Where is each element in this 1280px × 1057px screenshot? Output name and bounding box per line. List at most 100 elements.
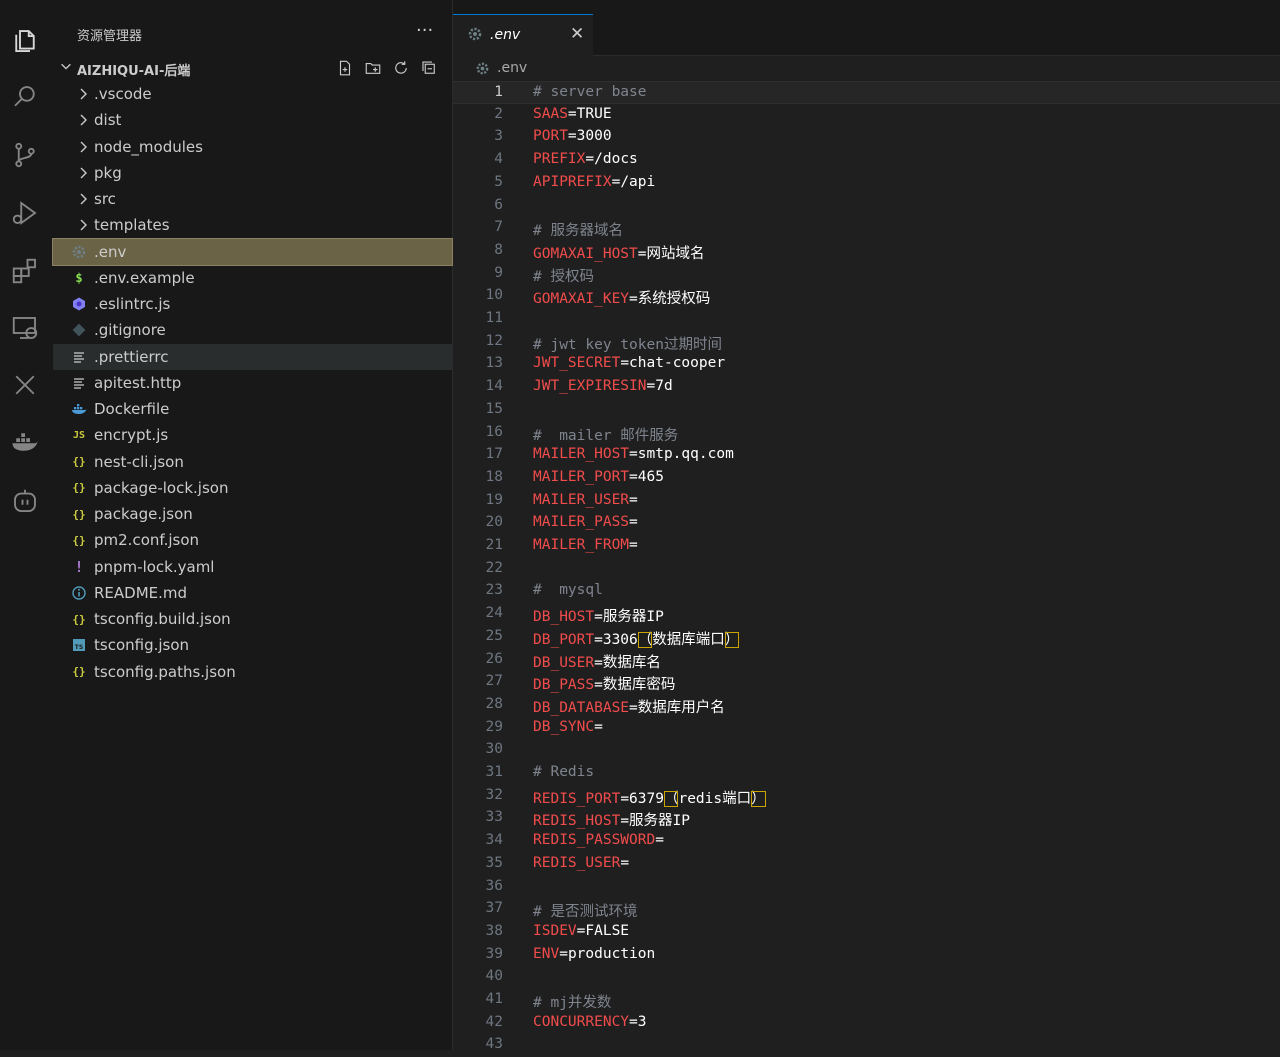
file-item[interactable]: .eslintrc.js <box>53 291 452 317</box>
javascript-icon: JS <box>72 429 86 441</box>
file-item[interactable]: .prettierrc <box>53 343 452 370</box>
line-code: # mj并发数 <box>533 991 611 1012</box>
code-line[interactable]: 5 APIPREFIX=/api <box>453 172 1280 195</box>
code-line[interactable]: 24 DB_HOST=服务器IP <box>453 603 1280 626</box>
folder-item[interactable]: src <box>53 186 452 212</box>
line-code: # 是否测试环境 <box>533 900 637 921</box>
code-line[interactable]: 23 # mysql <box>453 580 1280 603</box>
code-line[interactable]: 35 REDIS_USER= <box>453 853 1280 876</box>
explorer-files-icon[interactable] <box>8 24 42 58</box>
code-line[interactable]: 32 REDIS_PORT=6379（redis端口） <box>453 785 1280 808</box>
folder-item[interactable]: node_modules <box>53 134 452 160</box>
refresh-icon[interactable] <box>392 59 410 77</box>
file-item[interactable]: ! pnpm-lock.yaml <box>53 554 452 580</box>
code-line[interactable]: 37 # 是否测试环境 <box>453 898 1280 921</box>
search-icon[interactable] <box>8 80 42 114</box>
code-line[interactable]: 28 DB_DATABASE=数据库用户名 <box>453 694 1280 717</box>
code-line[interactable]: 4 PREFIX=/docs <box>453 149 1280 172</box>
folder-item[interactable]: dist <box>53 107 452 133</box>
new-folder-icon[interactable] <box>364 59 382 77</box>
equals-sign: = <box>594 718 603 735</box>
code-line[interactable]: 25 DB_PORT=3306（数据库端口） <box>453 626 1280 649</box>
file-item[interactable]: Dockerfile <box>53 396 452 422</box>
more-actions-icon[interactable]: ··· <box>416 20 433 41</box>
file-item[interactable]: README.md <box>53 580 452 606</box>
file-item[interactable]: JS encrypt.js <box>53 422 452 448</box>
chevron-right-icon <box>75 216 91 234</box>
code-line[interactable]: 22 <box>453 558 1280 581</box>
file-label: pkg <box>94 163 122 182</box>
extensions-icon[interactable] <box>8 254 42 288</box>
code-line[interactable]: 2 SAAS=TRUE <box>453 104 1280 127</box>
tab-env[interactable]: .env ✕ <box>453 14 593 56</box>
file-item[interactable]: {} tsconfig.paths.json <box>53 659 452 685</box>
comment-text: # jwt key token过期时间 <box>533 336 722 353</box>
code-line[interactable]: 18 MAILER_PORT=465 <box>453 467 1280 490</box>
collapse-all-icon[interactable] <box>420 59 438 77</box>
code-line[interactable]: 16 # mailer 邮件服务 <box>453 422 1280 445</box>
docker-icon[interactable] <box>8 425 42 459</box>
copilot-robot-icon[interactable] <box>8 484 42 518</box>
code-line[interactable]: 26 DB_USER=数据库名 <box>453 649 1280 672</box>
code-line[interactable]: 3 PORT=3000 <box>453 126 1280 149</box>
env-value: /docs <box>594 151 638 168</box>
code-line[interactable]: 13 JWT_SECRET=chat-cooper <box>453 353 1280 376</box>
code-line[interactable]: 20 MAILER_PASS= <box>453 512 1280 535</box>
code-line[interactable]: 19 MAILER_USER= <box>453 490 1280 513</box>
code-line[interactable]: 43 <box>453 1034 1280 1057</box>
code-line[interactable]: 11 <box>453 308 1280 331</box>
code-line[interactable]: 34 REDIS_PASSWORD= <box>453 830 1280 853</box>
code-line[interactable]: 21 MAILER_FROM= <box>453 535 1280 558</box>
line-code: REDIS_USER= <box>533 855 629 871</box>
code-line[interactable]: 36 <box>453 876 1280 899</box>
file-item[interactable]: .gitignore <box>53 317 452 343</box>
file-item[interactable]: $ .env.example <box>53 265 452 291</box>
file-item[interactable]: .env <box>52 237 453 266</box>
line-number: 4 <box>494 151 503 168</box>
env-value: TRUE <box>576 105 612 122</box>
code-line[interactable]: 10 GOMAXAI_KEY=系统授权码 <box>453 285 1280 308</box>
env-key: JWT_SECRET <box>533 355 621 372</box>
env-value: chat-cooper <box>629 355 726 372</box>
code-line[interactable]: 6 <box>453 195 1280 218</box>
code-line[interactable]: 15 <box>453 399 1280 422</box>
file-item[interactable]: {} nest-cli.json <box>53 449 452 475</box>
file-item[interactable]: {} tsconfig.build.json <box>53 606 452 632</box>
code-line[interactable]: 30 <box>453 739 1280 762</box>
code-line[interactable]: 33 REDIS_HOST=服务器IP <box>453 807 1280 830</box>
code-line[interactable]: 38 ISDEV=FALSE <box>453 921 1280 944</box>
folder-item[interactable]: templates <box>53 212 452 238</box>
code-line[interactable]: 14 JWT_EXPIRESIN=7d <box>453 376 1280 399</box>
code-line[interactable]: 1 # server base <box>453 81 1280 104</box>
folder-item[interactable]: pkg <box>53 160 452 186</box>
code-line[interactable]: 31 # Redis <box>453 762 1280 785</box>
code-line[interactable]: 39 ENV=production <box>453 944 1280 967</box>
code-line[interactable]: 41 # mj并发数 <box>453 989 1280 1012</box>
code-line[interactable]: 8 GOMAXAI_HOST=网站域名 <box>453 240 1280 263</box>
remote-explorer-icon[interactable] <box>8 311 42 345</box>
folder-item[interactable]: .vscode <box>53 81 452 107</box>
code-line[interactable]: 27 DB_PASS=数据库密码 <box>453 671 1280 694</box>
new-file-icon[interactable] <box>336 59 354 77</box>
code-editor[interactable]: 1 # server base 2 SAAS=TRUE 3 PORT=3000 4 PREFI… <box>453 81 1280 1052</box>
file-item[interactable]: {} package.json <box>53 501 452 527</box>
project-header[interactable]: AIZHIQU-AI-后端 <box>53 56 452 80</box>
code-line[interactable]: 9 # 授权码 <box>453 263 1280 286</box>
file-item[interactable]: TS tsconfig.json <box>53 632 452 658</box>
close-icon[interactable]: ✕ <box>570 24 584 44</box>
source-control-icon[interactable] <box>8 138 42 172</box>
line-code: DB_HOST=服务器IP <box>533 605 664 626</box>
code-line[interactable]: 42 CONCURRENCY=3 <box>453 1012 1280 1035</box>
file-item[interactable]: {} package-lock.json <box>53 475 452 501</box>
code-line[interactable]: 40 <box>453 966 1280 989</box>
equals-sign: = <box>567 105 577 122</box>
file-item[interactable]: {} pm2.conf.json <box>53 527 452 553</box>
file-label: dist <box>94 111 122 130</box>
code-line[interactable]: 17 MAILER_HOST=smtp.qq.com <box>453 444 1280 467</box>
file-item[interactable]: apitest.http <box>53 370 452 396</box>
code-line[interactable]: 7 # 服务器域名 <box>453 217 1280 240</box>
testing-close-icon[interactable] <box>8 368 42 402</box>
code-line[interactable]: 12 # jwt key token过期时间 <box>453 331 1280 354</box>
code-line[interactable]: 29 DB_SYNC= <box>453 717 1280 740</box>
run-debug-icon[interactable] <box>8 196 42 230</box>
